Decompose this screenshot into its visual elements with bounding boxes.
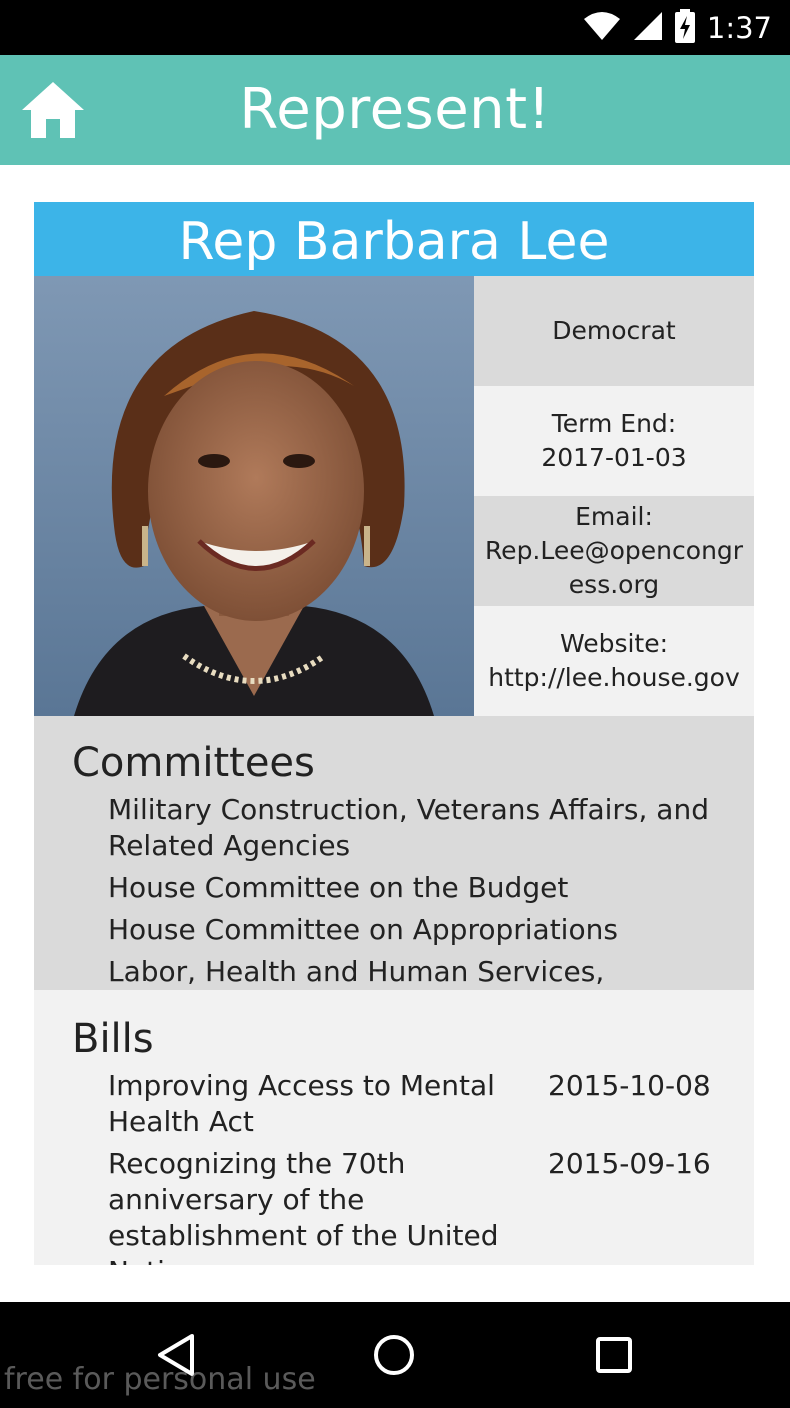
status-bar: 1:37 bbox=[0, 0, 790, 55]
bill-date: 2015-10-08 bbox=[548, 1069, 711, 1102]
app-title: Represent! bbox=[239, 77, 551, 142]
committees-title: Committees bbox=[72, 740, 315, 786]
bill-row[interactable]: Recognizing the 70th anniversary of the … bbox=[108, 1146, 748, 1265]
app-bar: Represent! bbox=[0, 55, 790, 165]
bills-section[interactable]: Bills Improving Access to Mental Health … bbox=[34, 990, 754, 1265]
recents-icon bbox=[594, 1335, 634, 1379]
representative-card: Rep Barbara Lee Democrat Term End: 2017-… bbox=[34, 202, 754, 1265]
email-label: Email: bbox=[575, 502, 653, 531]
committees-section[interactable]: Committees Military Construction, Vetera… bbox=[34, 716, 754, 990]
bill-row[interactable]: Improving Access to Mental Health Act 20… bbox=[108, 1068, 748, 1140]
wifi-icon bbox=[583, 11, 621, 45]
website-cell[interactable]: Website: http://lee.house.gov bbox=[474, 606, 754, 716]
committee-list: Military Construction, Veterans Affairs,… bbox=[108, 792, 728, 990]
bill-name: Improving Access to Mental Health Act bbox=[108, 1069, 495, 1138]
term-end-label: Term End: bbox=[551, 409, 677, 438]
recents-button[interactable] bbox=[584, 1332, 644, 1382]
home-circle-icon bbox=[372, 1333, 416, 1381]
representative-photo bbox=[34, 276, 474, 716]
party-cell: Democrat bbox=[474, 276, 754, 386]
bill-name: Recognizing the 70th anniversary of the … bbox=[108, 1147, 499, 1265]
cell-signal-icon bbox=[633, 11, 663, 45]
party-value: Democrat bbox=[552, 316, 676, 345]
battery-charging-icon bbox=[674, 9, 695, 47]
representative-name: Rep Barbara Lee bbox=[34, 202, 754, 276]
committee-item: Labor, Health and Human Services, Educat… bbox=[108, 955, 605, 988]
bill-list: Improving Access to Mental Health Act 20… bbox=[108, 1068, 748, 1265]
committee-item: House Committee on the Budget bbox=[108, 871, 569, 904]
email-link[interactable]: Rep.Lee@opencongress.org bbox=[478, 534, 750, 602]
committee-item: House Committee on Appropriations bbox=[108, 913, 618, 946]
website-label: Website: bbox=[559, 629, 669, 658]
bills-title: Bills bbox=[72, 1016, 154, 1062]
home-nav-button[interactable] bbox=[364, 1332, 424, 1382]
watermark-text: free for personal use bbox=[4, 1362, 316, 1397]
committee-item: Military Construction, Veterans Affairs,… bbox=[108, 793, 709, 862]
website-link[interactable]: http://lee.house.gov bbox=[488, 661, 740, 695]
bill-date: 2015-09-16 bbox=[548, 1147, 711, 1180]
term-end-cell: Term End: 2017-01-03 bbox=[474, 386, 754, 496]
info-column: Democrat Term End: 2017-01-03 Email: Rep… bbox=[474, 276, 754, 716]
status-time: 1:37 bbox=[706, 11, 772, 45]
term-end-value: 2017-01-03 bbox=[541, 443, 687, 472]
email-cell[interactable]: Email: Rep.Lee@opencongress.org bbox=[474, 496, 754, 606]
status-icons: 1:37 bbox=[583, 9, 772, 47]
